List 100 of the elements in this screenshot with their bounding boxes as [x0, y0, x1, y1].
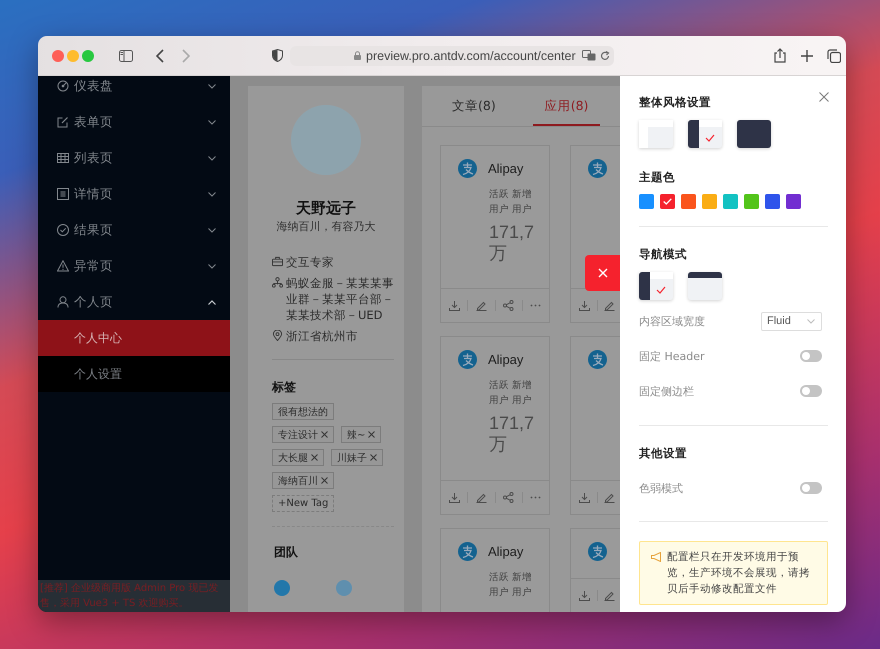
tag[interactable]: 川妹子 — [331, 449, 383, 466]
stat-label: 活跃 新增 — [489, 379, 534, 393]
new-tag-button[interactable]: +New Tag — [272, 495, 334, 512]
tag[interactable]: 专注设计 — [272, 426, 334, 443]
info-text: 交互专家 — [286, 254, 335, 270]
location-icon — [272, 330, 283, 341]
setting-label: 固定 Header — [639, 348, 705, 364]
close-icon[interactable] — [321, 431, 328, 438]
menu-item[interactable]: 详情页 — [38, 176, 230, 212]
edit-icon[interactable] — [476, 492, 487, 503]
window-close-button[interactable] — [52, 50, 64, 62]
top-menu-layout-icon[interactable] — [688, 272, 722, 300]
setting-label: 固定侧边栏 — [639, 384, 694, 398]
color-swatch[interactable] — [765, 194, 780, 209]
menu-item[interactable]: 个人页 — [38, 284, 230, 320]
menu-item[interactable]: 结果页 — [38, 212, 230, 248]
close-icon[interactable] — [368, 431, 376, 438]
menu-label: 列表页 — [74, 150, 114, 166]
url-text: preview.pro.antdv.com/account/center — [366, 48, 576, 62]
close-icon[interactable] — [370, 454, 377, 461]
alipay-logo-icon — [458, 159, 477, 178]
address-field[interactable]: preview.pro.antdv.com/account/center — [290, 46, 614, 66]
menu-label: 结果页 — [74, 222, 114, 238]
edit-icon[interactable] — [604, 590, 614, 601]
tag[interactable]: 海纳百川 — [272, 472, 334, 489]
stat-value: 171,7 — [489, 222, 536, 243]
download-icon[interactable] — [448, 300, 460, 311]
forward-icon[interactable] — [182, 48, 190, 62]
stat-label: 活跃 新增 — [489, 571, 534, 585]
stat-value: 万 — [489, 434, 508, 455]
menu-item[interactable]: 表单页 — [38, 104, 230, 140]
megaphone-icon — [651, 552, 662, 562]
color-swatch[interactable] — [744, 194, 759, 209]
color-swatch[interactable] — [681, 194, 696, 209]
submenu-item[interactable]: 个人中心 — [38, 320, 230, 356]
stat-label: 活跃 新增 — [489, 188, 534, 202]
download-icon[interactable] — [578, 590, 590, 601]
close-icon[interactable] — [321, 477, 328, 484]
close-icon — [598, 268, 608, 278]
shield-icon[interactable] — [272, 49, 283, 62]
info-text: 浙江省杭州市 — [286, 328, 359, 344]
alipay-logo-icon — [458, 350, 477, 369]
menu-item[interactable]: 列表页 — [38, 140, 230, 176]
color-swatch[interactable] — [786, 194, 801, 209]
edit-icon[interactable] — [604, 492, 614, 503]
app-name: Alipay — [488, 544, 524, 559]
share-icon[interactable] — [774, 48, 786, 63]
tab[interactable]: 文章(8) — [440, 86, 508, 126]
color-swatch[interactable] — [702, 194, 717, 209]
translate-icon[interactable] — [582, 50, 596, 61]
alipay-logo-icon — [458, 542, 477, 561]
setting-label: 内容区域宽度 — [639, 314, 705, 328]
download-icon[interactable] — [578, 492, 590, 503]
submenu-item[interactable]: 个人设置 — [38, 356, 230, 392]
color-swatch[interactable] — [660, 194, 675, 209]
tag[interactable]: 很有想法的 — [272, 403, 334, 420]
drawer-toggle-button[interactable] — [585, 255, 620, 291]
section-title: 标签 — [272, 379, 297, 396]
warning-icon — [57, 260, 69, 272]
tab[interactable]: 应用(8) — [532, 86, 600, 126]
edit-icon[interactable] — [476, 300, 487, 311]
section-title: 主题色 — [639, 169, 676, 186]
table-icon — [57, 152, 69, 164]
menu-item[interactable]: 异常页 — [38, 248, 230, 284]
plus-icon[interactable] — [801, 50, 813, 62]
team-avatar[interactable] — [274, 580, 290, 596]
back-icon[interactable] — [156, 48, 164, 62]
close-icon[interactable] — [311, 454, 318, 461]
app-name: Alipay — [488, 161, 524, 176]
download-icon[interactable] — [448, 492, 460, 503]
dark-sidebar-layout-icon[interactable] — [688, 120, 722, 148]
menu-item[interactable]: 仪表盘 — [38, 76, 230, 104]
document-icon — [57, 188, 69, 200]
gauge-icon — [57, 80, 69, 92]
window-zoom-button[interactable] — [82, 50, 94, 62]
user-motto: 海纳百川，有容乃大 — [276, 219, 376, 235]
briefcase-icon — [272, 256, 283, 267]
stat-value: 万 — [489, 243, 508, 264]
section-title: 团队 — [273, 544, 299, 561]
toggle-switch[interactable] — [800, 385, 822, 397]
side-menu-layout-icon[interactable] — [639, 272, 673, 300]
tag[interactable]: 大长腿 — [272, 449, 324, 466]
toggle-switch[interactable] — [800, 350, 822, 362]
check-icon — [663, 198, 672, 205]
stat-label: 用户 用户 — [489, 586, 534, 600]
sidebar-icon[interactable] — [119, 50, 133, 62]
download-icon[interactable] — [578, 300, 590, 311]
tag[interactable]: 辣~ — [341, 426, 382, 443]
color-swatch[interactable] — [639, 194, 654, 209]
alipay-logo-icon — [588, 159, 607, 178]
toggle-switch[interactable] — [800, 482, 822, 494]
check-circle-icon — [57, 224, 69, 236]
width-select[interactable]: Fluid — [761, 312, 822, 330]
color-swatch[interactable] — [723, 194, 738, 209]
alipay-logo-icon — [588, 350, 607, 369]
org-chart-icon — [272, 277, 283, 288]
tabs-icon[interactable] — [827, 48, 841, 62]
close-icon[interactable] — [819, 92, 829, 102]
reload-icon[interactable] — [600, 50, 610, 60]
edit-icon[interactable] — [604, 300, 614, 311]
